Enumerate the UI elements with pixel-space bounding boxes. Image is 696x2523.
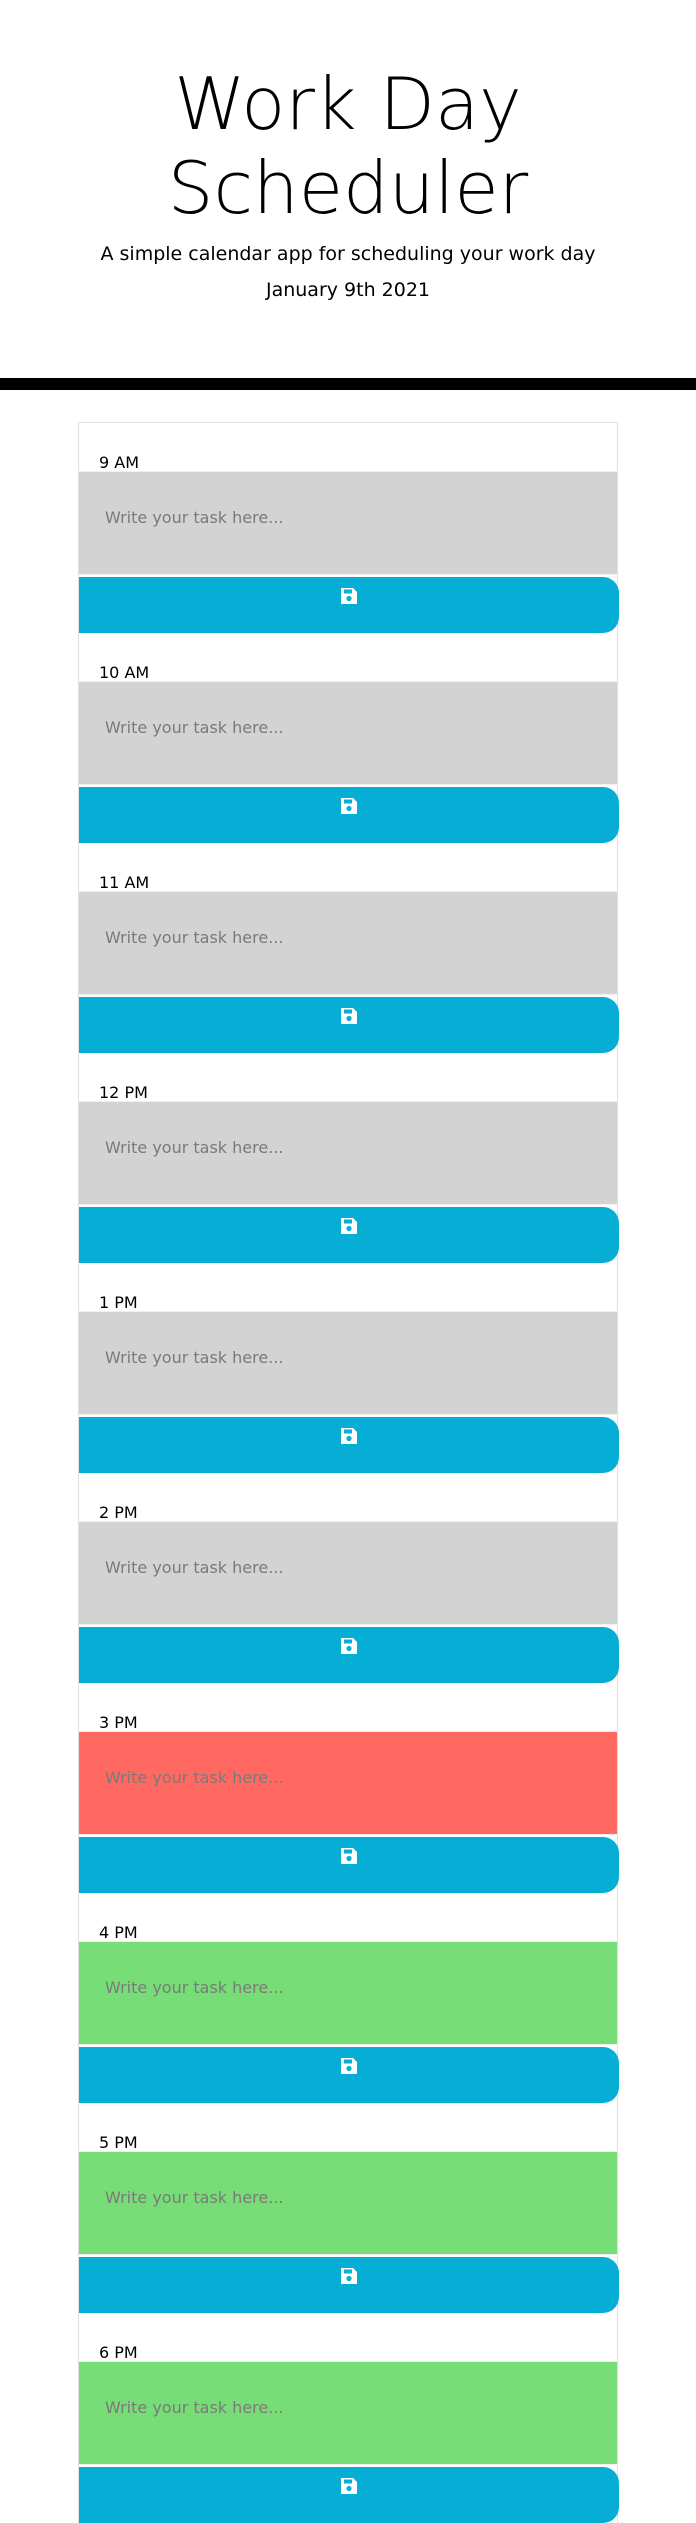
time-block-3pm: 3 PM — [79, 1683, 619, 1893]
save-icon — [79, 588, 619, 614]
save-button[interactable] — [79, 1207, 619, 1263]
task-input[interactable] — [79, 1731, 617, 1835]
task-input[interactable] — [79, 1101, 617, 1205]
save-icon — [79, 1638, 619, 1664]
save-icon — [79, 1848, 619, 1874]
save-icon — [79, 798, 619, 824]
task-input[interactable] — [79, 1311, 617, 1415]
save-icon — [79, 2478, 619, 2504]
hour-label: 1 PM — [99, 1293, 138, 1312]
page-title: Work Day Scheduler — [167, 62, 529, 230]
save-icon — [79, 1428, 619, 1454]
hour-label: 4 PM — [99, 1923, 138, 1942]
task-input[interactable] — [79, 891, 617, 995]
time-block-10am: 10 AM — [79, 633, 619, 843]
hour-label: 12 PM — [99, 1083, 148, 1102]
time-block-2pm: 2 PM — [79, 1473, 619, 1683]
save-button[interactable] — [79, 1627, 619, 1683]
schedule-container: 9 AM 10 AM 11 AM 12 PM 1 PM 2 PM 3 PM 4 … — [78, 422, 619, 2523]
save-button[interactable] — [79, 2257, 619, 2313]
header-divider — [0, 378, 696, 390]
hour-label: 2 PM — [99, 1503, 138, 1522]
save-button[interactable] — [79, 2467, 619, 2523]
task-input[interactable] — [79, 1941, 617, 2045]
header: Work Day Scheduler A simple calendar app… — [0, 0, 696, 375]
hour-label: 11 AM — [99, 873, 150, 892]
hour-label: 9 AM — [99, 453, 140, 472]
task-input[interactable] — [79, 471, 617, 575]
save-button[interactable] — [79, 577, 619, 633]
task-input[interactable] — [79, 2151, 617, 2255]
task-input[interactable] — [79, 2361, 617, 2465]
hour-label: 5 PM — [99, 2133, 138, 2152]
save-icon — [79, 2058, 619, 2084]
page-subtitle: A simple calendar app for scheduling you… — [100, 243, 596, 265]
current-date: January 9th 2021 — [265, 279, 431, 301]
task-input[interactable] — [79, 1521, 617, 1625]
save-button[interactable] — [79, 787, 619, 843]
time-block-1pm: 1 PM — [79, 1263, 619, 1473]
save-button[interactable] — [79, 1417, 619, 1473]
hour-label: 10 AM — [99, 663, 150, 682]
save-icon — [79, 1008, 619, 1034]
hour-label: 3 PM — [99, 1713, 138, 1732]
hour-label: 6 PM — [99, 2343, 138, 2362]
save-icon — [79, 1218, 619, 1244]
time-block-6pm: 6 PM — [79, 2313, 619, 2523]
time-block-12pm: 12 PM — [79, 1053, 619, 1263]
task-input[interactable] — [79, 681, 617, 785]
save-icon — [79, 2268, 619, 2294]
time-block-5pm: 5 PM — [79, 2103, 619, 2313]
save-button[interactable] — [79, 997, 619, 1053]
time-block-11am: 11 AM — [79, 843, 619, 1053]
save-button[interactable] — [79, 2047, 619, 2103]
save-button[interactable] — [79, 1837, 619, 1893]
time-block-9am: 9 AM — [79, 423, 619, 633]
time-block-4pm: 4 PM — [79, 1893, 619, 2103]
